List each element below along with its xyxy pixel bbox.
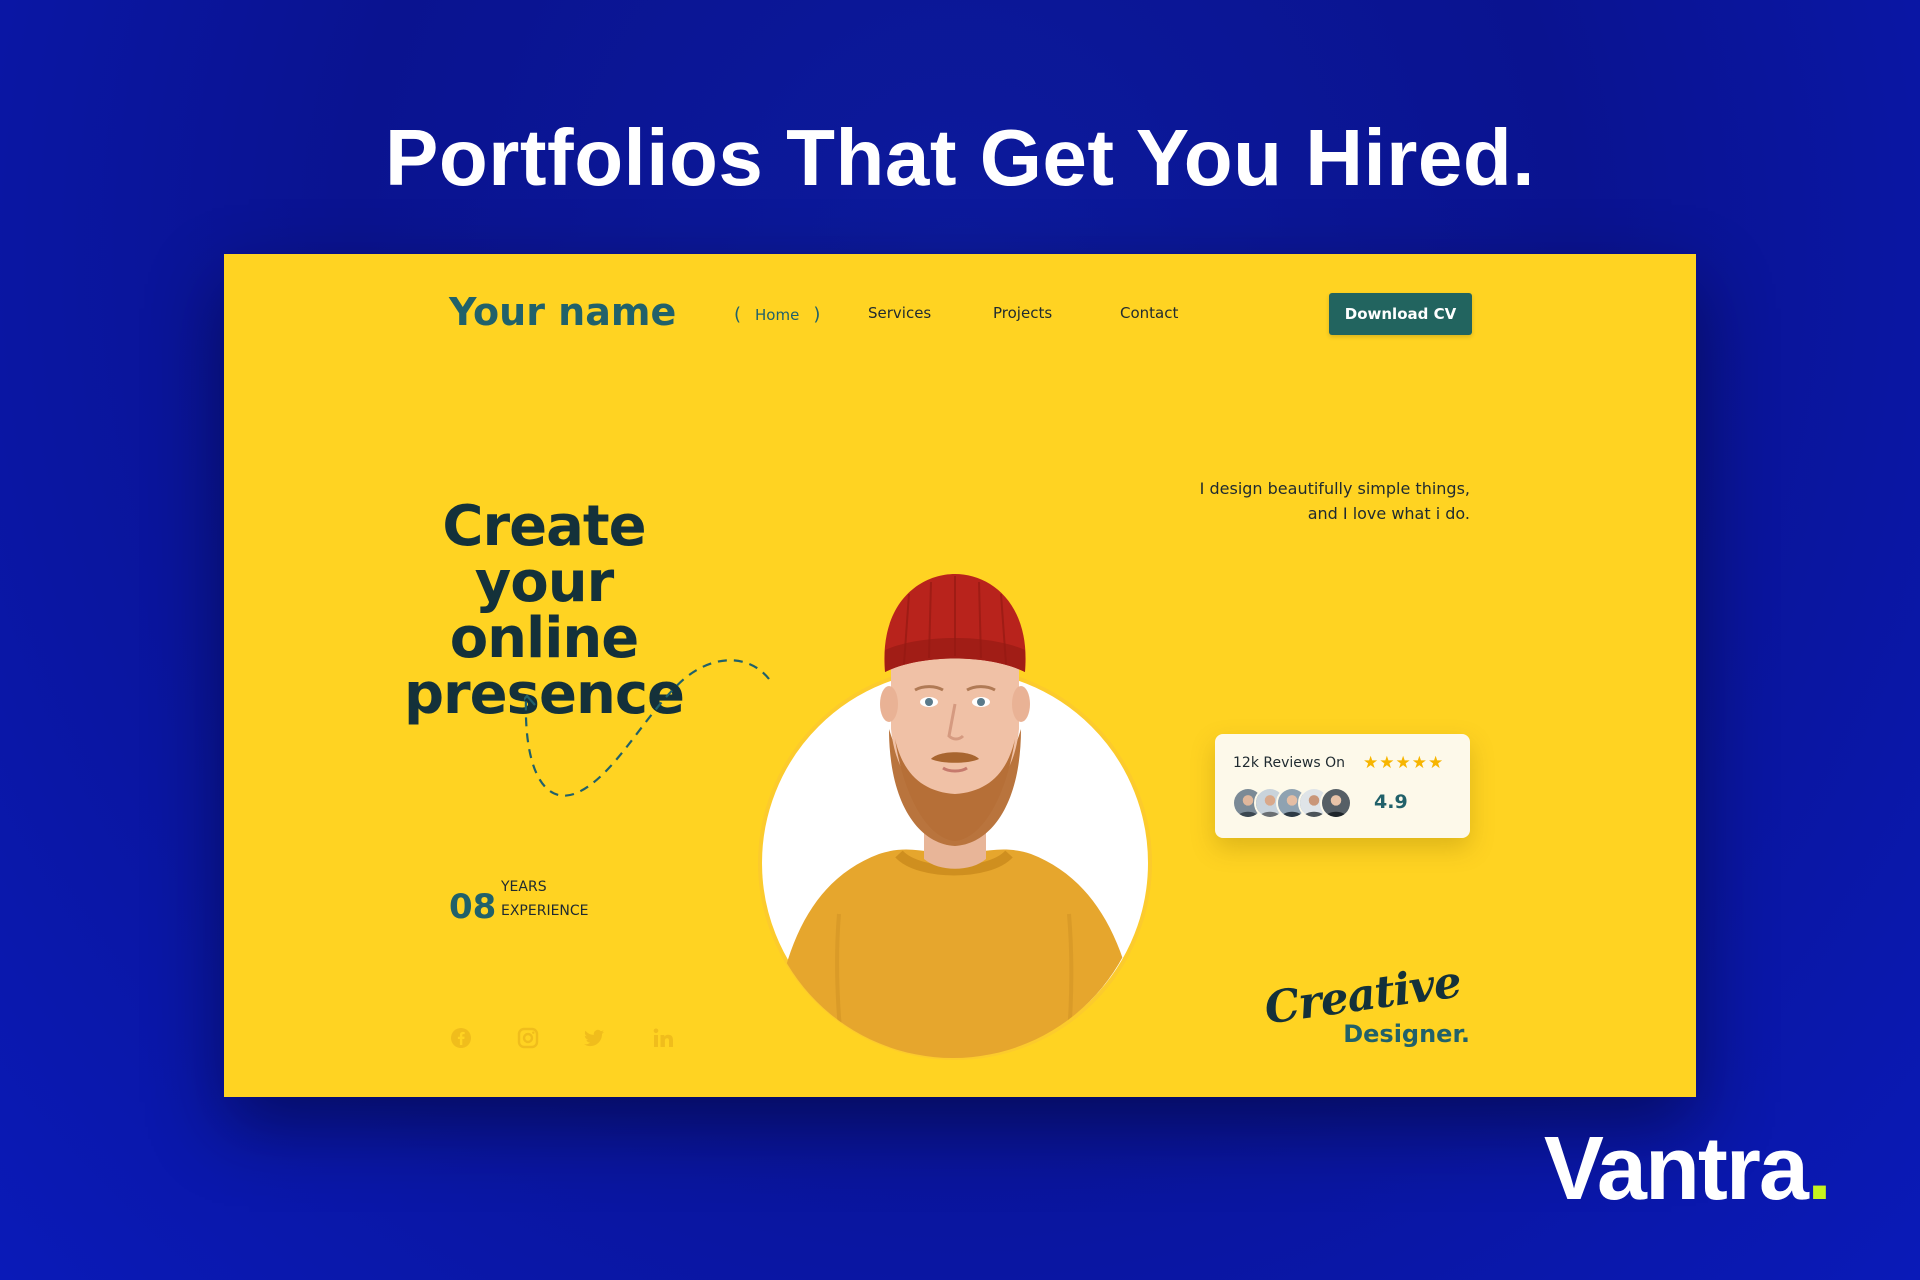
tagline: I design beautifully simple things, and …: [1200, 476, 1470, 526]
page-headline: Portfolios That Get You Hired.: [385, 113, 1535, 202]
star-rating-icon: ★★★★★: [1363, 753, 1445, 772]
nav-home-label: Home: [755, 306, 800, 324]
experience-number: 08: [449, 887, 497, 927]
nav-home-paren-close: ): [813, 304, 821, 325]
reviewer-avatars: [1232, 787, 1362, 819]
nav-services[interactable]: Services: [868, 304, 931, 322]
designer-label: Designer.: [1343, 1020, 1470, 1048]
experience-years-label: YEARS: [501, 879, 547, 895]
reviews-card: 12k Reviews On ★★★★★ 4.9: [1215, 734, 1470, 838]
nav-projects[interactable]: Projects: [993, 304, 1052, 322]
download-cv-button[interactable]: Download CV: [1329, 293, 1472, 335]
portfolio-mockup: Your name ( Home) Services Projects Conta…: [224, 254, 1696, 1097]
tagline-line-1: I design beautifully simple things,: [1199, 479, 1470, 498]
tagline-line-2: and I love what i do.: [1307, 504, 1470, 523]
nav-home-paren-open: (: [734, 304, 742, 325]
linkedin-icon[interactable]: [651, 1026, 675, 1050]
nav-home[interactable]: ( Home): [734, 304, 820, 325]
vantra-logo-dot: .: [1806, 1119, 1832, 1219]
site-brand[interactable]: Your name: [449, 290, 676, 334]
reviews-label: 12k Reviews On: [1233, 755, 1345, 771]
hero-title-line-1: Create: [442, 494, 646, 559]
nav-contact[interactable]: Contact: [1120, 304, 1178, 322]
avatar: [1320, 787, 1352, 819]
instagram-icon[interactable]: [516, 1026, 540, 1050]
portrait-photo: [769, 574, 1144, 1058]
rating-value: 4.9: [1374, 791, 1408, 813]
vantra-logo-text: Vantra: [1543, 1119, 1809, 1219]
vantra-logo: Vantra.: [1543, 1118, 1832, 1221]
twitter-icon[interactable]: [582, 1026, 606, 1050]
experience-label: EXPERIENCE: [501, 903, 589, 919]
facebook-icon[interactable]: [449, 1026, 473, 1050]
